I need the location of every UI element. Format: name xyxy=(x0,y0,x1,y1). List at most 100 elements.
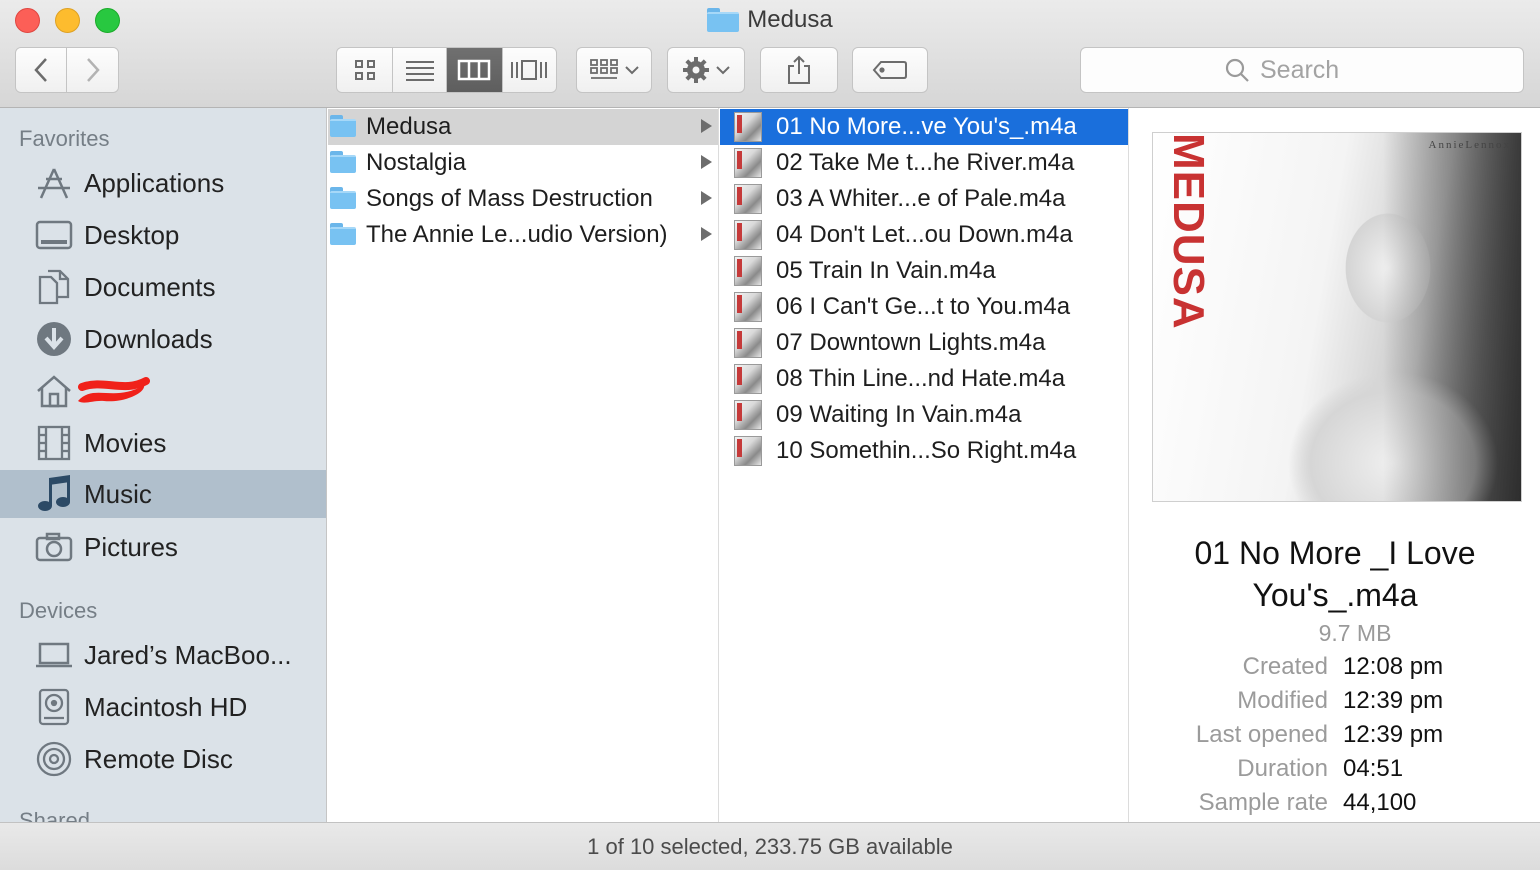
sidebar-item-label: Applications xyxy=(84,167,225,198)
status-text: 1 of 10 selected, 233.75 GB available xyxy=(587,833,953,859)
file-name: 10 Somethin...So Right.m4a xyxy=(776,437,1077,464)
chevron-down-icon xyxy=(625,66,639,75)
album-art-artist: AnnieLennox xyxy=(1428,139,1511,151)
preview-file-name: 01 No More _I Love You's_.m4a xyxy=(1194,535,1476,613)
file-row[interactable]: 08 Thin Line...nd Hate.m4a xyxy=(720,361,1128,397)
sidebar-item-label: Downloads xyxy=(84,323,213,354)
info-key: Duration xyxy=(1237,755,1328,782)
disclosure-arrow-icon xyxy=(701,191,712,205)
info-row-duration: Duration 04:51 xyxy=(1130,755,1540,789)
share-button[interactable] xyxy=(760,47,838,93)
info-value: 12:39 pm xyxy=(1343,687,1444,714)
folder-row-songs-of-mass-destruction[interactable]: Songs of Mass Destruction xyxy=(328,181,718,217)
list-view-button[interactable] xyxy=(393,48,447,92)
folder-icon xyxy=(330,223,356,245)
arrange-grid-icon xyxy=(590,59,618,79)
file-row[interactable]: 01 No More...ve You's_.m4a xyxy=(720,109,1128,145)
cover-flow-view-button[interactable] xyxy=(502,48,556,92)
movies-icon xyxy=(34,423,74,463)
album-art-thumbnail-icon xyxy=(734,184,762,214)
favorites-header: Favorites xyxy=(19,126,110,151)
file-row[interactable]: 07 Downtown Lights.m4a xyxy=(720,325,1128,361)
folder-icon xyxy=(330,187,356,209)
action-button[interactable] xyxy=(667,47,745,93)
file-row[interactable]: 09 Waiting In Vain.m4a xyxy=(720,397,1128,433)
sidebar-item-music[interactable]: Music xyxy=(0,470,326,518)
window-title-text: Medusa xyxy=(747,6,833,33)
file-name: 07 Downtown Lights.m4a xyxy=(776,329,1046,356)
arrange-button[interactable] xyxy=(576,47,652,93)
info-key: Last opened xyxy=(1195,721,1328,748)
window-toolbar: Medusa xyxy=(0,0,1540,108)
sidebar-item-downloads[interactable]: Downloads xyxy=(0,315,326,363)
view-mode-selector xyxy=(336,47,557,93)
applications-icon xyxy=(34,163,74,203)
home-icon xyxy=(34,371,74,411)
album-art-thumbnail-icon xyxy=(734,112,762,142)
pictures-icon xyxy=(34,527,74,567)
search-input[interactable] xyxy=(1260,55,1380,85)
disc-icon xyxy=(34,739,74,779)
sidebar-item-documents[interactable]: Documents xyxy=(0,263,326,311)
disclosure-arrow-icon xyxy=(701,119,712,133)
sidebar-item-remote-disc[interactable]: Remote Disc xyxy=(0,735,326,783)
forward-button[interactable] xyxy=(67,48,118,92)
file-name: 08 Thin Line...nd Hate.m4a xyxy=(776,365,1066,392)
folder-name: Songs of Mass Destruction xyxy=(366,185,653,212)
search-icon xyxy=(1225,58,1249,82)
folder-row-nostalgia[interactable]: Nostalgia xyxy=(328,145,718,181)
file-row[interactable]: 10 Somethin...So Right.m4a xyxy=(720,433,1128,469)
folder-name: Nostalgia xyxy=(366,149,467,176)
folder-icon xyxy=(707,8,740,32)
folder-name: Medusa xyxy=(366,113,452,140)
devices-header: Devices xyxy=(19,598,98,623)
tags-button[interactable] xyxy=(852,47,928,93)
info-value: 12:08 pm xyxy=(1343,653,1444,680)
file-row[interactable]: 04 Don't Let...ou Down.m4a xyxy=(720,217,1128,253)
preview-file-size: 9.7 MB xyxy=(1318,620,1392,646)
file-name: 03 A Whiter...e of Pale.m4a xyxy=(776,185,1066,212)
search-field[interactable] xyxy=(1080,47,1524,93)
sidebar-item-label: Pictures xyxy=(84,531,178,562)
sidebar-item-label: Documents xyxy=(84,271,216,302)
sidebar-item-desktop[interactable]: Desktop xyxy=(0,211,326,259)
cover-flow-icon xyxy=(511,60,548,80)
sidebar-item-label: Jared’s MacBoo... xyxy=(84,639,292,670)
column-view-button[interactable] xyxy=(447,48,503,92)
documents-icon xyxy=(34,267,74,307)
file-row[interactable]: 05 Train In Vain.m4a xyxy=(720,253,1128,289)
folder-row-medusa[interactable]: Medusa xyxy=(328,109,718,145)
folder-name: The Annie Le...udio Version) xyxy=(366,221,668,248)
file-row[interactable]: 03 A Whiter...e of Pale.m4a xyxy=(720,181,1128,217)
laptop-icon xyxy=(34,635,74,675)
music-icon xyxy=(34,474,74,514)
sidebar-item-label: Music xyxy=(84,478,152,509)
sidebar-item-label: Desktop xyxy=(84,219,180,250)
chevron-left-icon xyxy=(34,58,47,82)
info-row-sample-rate: Sample rate 44,100 xyxy=(1130,789,1540,823)
album-art-thumbnail-icon xyxy=(734,364,762,394)
file-name: 01 No More...ve You's_.m4a xyxy=(776,113,1077,140)
list-view-icon xyxy=(405,61,434,81)
chevron-right-icon xyxy=(86,58,100,82)
sidebar-item-home[interactable] xyxy=(0,367,326,415)
album-art-title: MEDUSA xyxy=(1164,133,1213,330)
file-name: 04 Don't Let...ou Down.m4a xyxy=(776,221,1073,248)
sidebar-item-label: Macintosh HD xyxy=(84,691,248,722)
sidebar-item-macbook[interactable]: Jared’s MacBoo... xyxy=(0,631,326,679)
album-column: Medusa Nostalgia Songs of Mass Destructi… xyxy=(328,108,719,822)
icon-view-button[interactable] xyxy=(337,48,394,92)
album-art-thumbnail-icon xyxy=(734,220,762,250)
back-button[interactable] xyxy=(16,48,68,92)
file-row[interactable]: 02 Take Me t...he River.m4a xyxy=(720,145,1128,181)
sidebar-item-macintosh-hd[interactable]: Macintosh HD xyxy=(0,683,326,731)
folder-row-annie-lennox-collection[interactable]: The Annie Le...udio Version) xyxy=(328,217,718,253)
status-bar: 1 of 10 selected, 233.75 GB available xyxy=(0,822,1540,870)
info-row-modified: Modified 12:39 pm xyxy=(1130,687,1540,721)
info-key: Sample rate xyxy=(1198,789,1328,816)
file-row[interactable]: 06 I Can't Ge...t to You.m4a xyxy=(720,289,1128,325)
sidebar-item-pictures[interactable]: Pictures xyxy=(0,523,326,571)
album-artwork: MEDUSA AnnieLennox xyxy=(1152,132,1522,502)
sidebar-item-movies[interactable]: Movies xyxy=(0,419,326,467)
sidebar-item-applications[interactable]: Applications xyxy=(0,159,326,207)
